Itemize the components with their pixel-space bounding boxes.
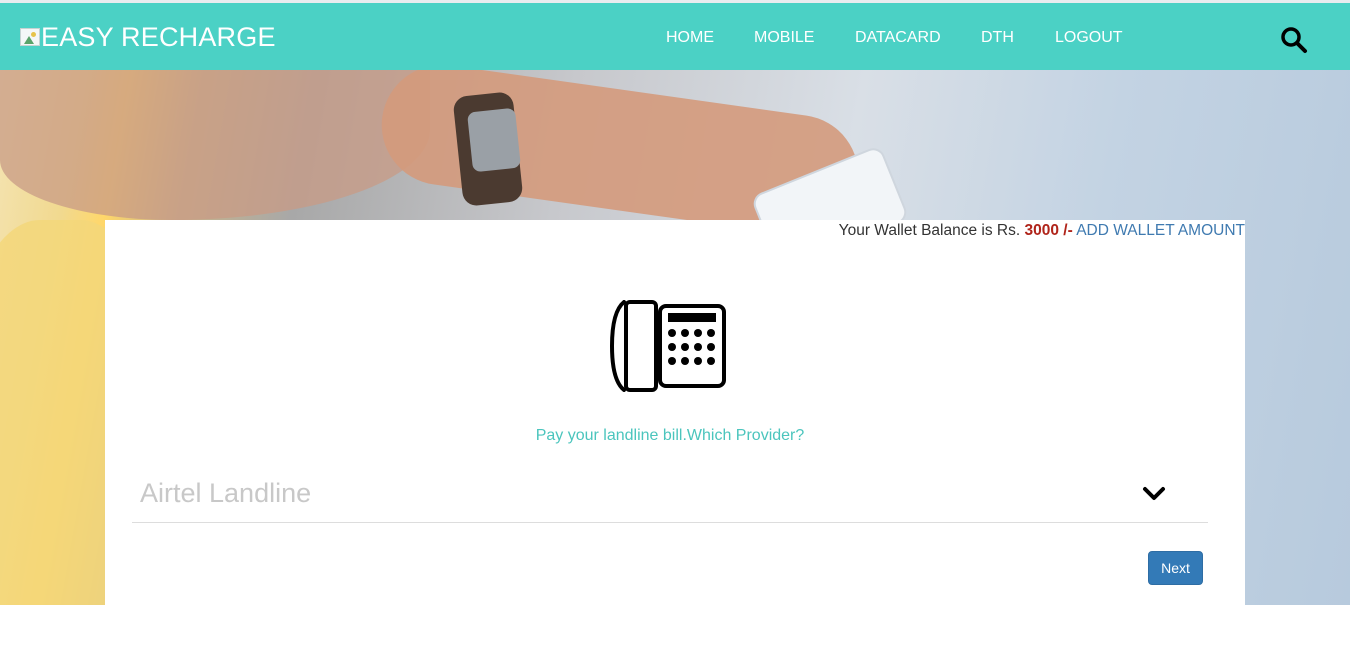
provider-selected-value: Airtel Landline <box>140 478 312 508</box>
hero-shape <box>0 70 430 220</box>
provider-prompt: Pay your landline bill.Which Provider? <box>535 427 805 444</box>
landline-phone-icon <box>610 300 726 392</box>
chevron-down-icon <box>1143 487 1165 500</box>
add-wallet-amount-link[interactable]: ADD WALLET AMOUNT <box>1076 222 1245 239</box>
wallet-balance: Your Wallet Balance is Rs. 3000 /- ADD W… <box>839 222 1245 240</box>
nav-datacard[interactable]: DATACARD <box>855 29 941 47</box>
next-button[interactable]: Next <box>1148 551 1203 585</box>
broken-logo-image <box>20 28 40 46</box>
recharge-card: Your Wallet Balance is Rs. 3000 /- ADD W… <box>105 220 1245 605</box>
nav-mobile[interactable]: MOBILE <box>754 29 814 47</box>
navbar: EASY RECHARGE HOME MOBILE DATACARD DTH L… <box>0 3 1350 70</box>
hero-shape <box>466 107 522 173</box>
nav-home[interactable]: HOME <box>666 29 714 47</box>
nav-logout[interactable]: LOGOUT <box>1055 29 1123 47</box>
brand[interactable]: EASY RECHARGE <box>20 22 276 52</box>
nav-dth[interactable]: DTH <box>981 29 1014 47</box>
provider-select[interactable]: Airtel Landline <box>132 470 1208 523</box>
wallet-amount: 3000 /- <box>1024 222 1073 239</box>
search-icon[interactable] <box>1280 26 1308 54</box>
wallet-label: Your Wallet Balance is Rs. <box>838 222 1021 239</box>
brand-name: EASY RECHARGE <box>41 21 276 52</box>
